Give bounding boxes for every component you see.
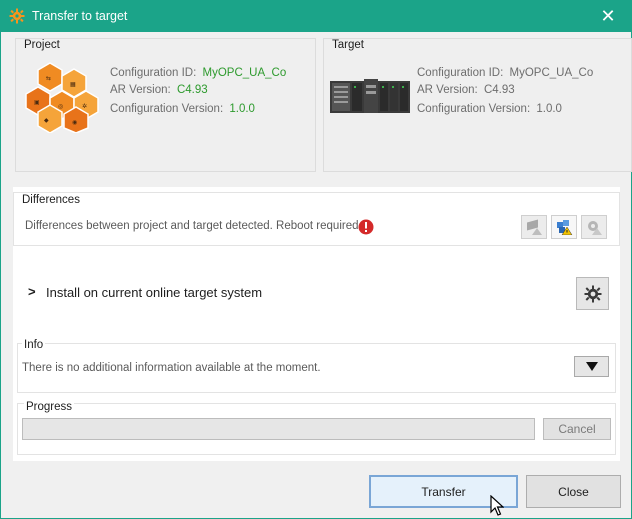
project-group-label: Project bbox=[24, 39, 60, 51]
info-group-label: Info bbox=[22, 339, 46, 351]
differences-message: Differences between project and target d… bbox=[25, 220, 362, 232]
main-panel: Differences Differences between project … bbox=[13, 187, 620, 461]
target-config-id: Configuration ID: MyOPC_UA_Co bbox=[417, 67, 594, 79]
target-config-id-value: MyOPC_UA_Co bbox=[509, 67, 594, 79]
close-label: Close bbox=[558, 484, 589, 499]
title-bar: Transfer to target ✕ bbox=[1, 1, 631, 32]
gear-icon bbox=[584, 285, 601, 302]
transfer-dialog: Transfer to target ✕ Project ⇆ ▦ ▣ ◎ ✲ ◆… bbox=[0, 0, 632, 519]
cancel-button[interactable]: Cancel bbox=[543, 418, 611, 440]
window-title: Transfer to target bbox=[32, 9, 128, 23]
compare-hardware-button[interactable] bbox=[521, 215, 547, 239]
plc-hardware-icon bbox=[330, 79, 410, 113]
cancel-label: Cancel bbox=[558, 422, 596, 436]
error-icon bbox=[358, 219, 374, 235]
mouse-cursor-icon bbox=[490, 495, 504, 516]
info-group: Info There is no additional information … bbox=[17, 339, 616, 393]
svg-text:✲: ✲ bbox=[82, 103, 87, 110]
progress-bar bbox=[22, 418, 535, 440]
app-gear-icon bbox=[9, 8, 25, 24]
transfer-label: Transfer bbox=[421, 484, 466, 499]
svg-text:▣: ▣ bbox=[34, 99, 40, 106]
hardware-warning-icon bbox=[527, 219, 542, 235]
install-row[interactable]: > Install on current online target syste… bbox=[13, 255, 620, 329]
close-button[interactable]: Close bbox=[526, 475, 621, 508]
project-config-id-value: MyOPC_UA_Co bbox=[202, 67, 287, 79]
project-config-id: Configuration ID: MyOPC_UA_Co bbox=[110, 67, 287, 79]
project-ar-version-value: C4.93 bbox=[176, 84, 208, 96]
install-label: Install on current online target system bbox=[46, 285, 263, 300]
compare-software-button[interactable] bbox=[551, 215, 577, 239]
project-config-version: Configuration Version: 1.0.0 bbox=[110, 103, 255, 115]
expand-chevron-icon[interactable]: > bbox=[28, 284, 36, 299]
triangle-down-icon bbox=[585, 362, 598, 371]
close-icon: ✕ bbox=[600, 6, 616, 26]
project-hexagons-icon: ⇆ ▦ ▣ ◎ ✲ ◆ ◉ bbox=[25, 62, 99, 133]
progress-group: Progress Cancel bbox=[17, 401, 616, 455]
differences-group: Differences Differences between project … bbox=[13, 192, 620, 246]
info-message: There is no additional information avail… bbox=[22, 362, 321, 374]
svg-text:◆: ◆ bbox=[44, 117, 49, 124]
info-expand-button[interactable] bbox=[574, 356, 609, 377]
compare-config-button[interactable] bbox=[581, 215, 607, 239]
project-group: Project ⇆ ▦ ▣ ◎ ✲ ◆ ◉ Configuration ID: … bbox=[15, 38, 316, 172]
install-settings-button[interactable] bbox=[576, 277, 609, 310]
target-group: Target Configuration ID: MyOPC_UA_Co AR … bbox=[323, 38, 632, 172]
target-config-version-value: 1.0.0 bbox=[536, 103, 562, 115]
target-config-version: Configuration Version: 1.0.0 bbox=[417, 103, 562, 115]
svg-text:◎: ◎ bbox=[58, 103, 63, 110]
svg-text:◉: ◉ bbox=[72, 119, 77, 126]
differences-group-label: Differences bbox=[22, 194, 80, 206]
project-ar-version: AR Version: C4.93 bbox=[110, 84, 208, 96]
svg-text:⇆: ⇆ bbox=[46, 75, 51, 82]
target-ar-version: AR Version: C4.93 bbox=[417, 84, 515, 96]
project-config-version-value: 1.0.0 bbox=[229, 103, 255, 115]
close-window-button[interactable]: ✕ bbox=[585, 1, 631, 32]
software-blocks-warning-icon bbox=[557, 220, 573, 235]
config-warning-icon bbox=[588, 221, 602, 235]
target-ar-version-value: C4.93 bbox=[483, 84, 515, 96]
target-group-label: Target bbox=[332, 39, 364, 51]
progress-group-label: Progress bbox=[24, 401, 75, 413]
svg-text:▦: ▦ bbox=[70, 81, 76, 88]
